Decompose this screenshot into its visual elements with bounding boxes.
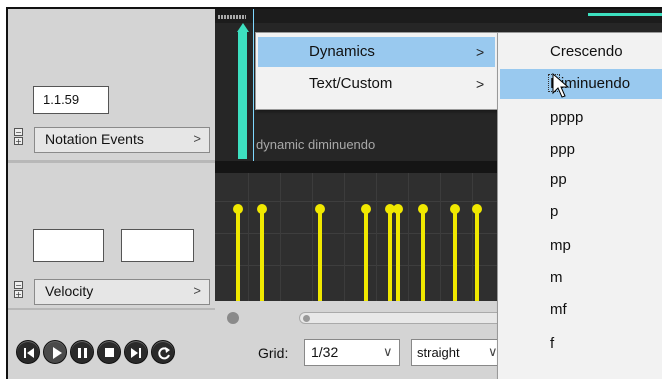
submenu-item-m[interactable]: m (500, 261, 662, 291)
submenu-item-label: ppp (550, 141, 576, 158)
submenu-item-label: p (550, 203, 559, 220)
submenu-item-ppp[interactable]: ppp (500, 133, 662, 163)
grid-value: 1/32 (311, 344, 339, 360)
expand-icon[interactable]: + (14, 137, 23, 146)
chevron-right-icon: > (476, 76, 485, 92)
divider (8, 308, 215, 310)
left-panel (8, 9, 215, 379)
mouse-cursor-icon (552, 73, 570, 98)
velocity-stem[interactable] (260, 209, 264, 301)
velocity-handle[interactable] (393, 204, 403, 214)
scroll-thumb[interactable] (299, 312, 519, 324)
collapse-icon[interactable]: − (14, 128, 23, 137)
submenu-item-diminuendo[interactable]: Diminuendo (500, 69, 662, 99)
play-icon[interactable] (43, 340, 67, 364)
velocity-stem[interactable] (421, 209, 425, 301)
chevron-right-icon: > (193, 131, 201, 146)
velocity-handle[interactable] (418, 204, 428, 214)
submenu-item-mf[interactable]: mf (500, 293, 662, 323)
divider (8, 160, 215, 163)
value-box-2[interactable] (121, 229, 194, 262)
submenu-item-label: Crescendo (550, 43, 623, 60)
submenu-item-label: pp (550, 171, 567, 188)
submenu-item-p[interactable]: p (500, 197, 662, 227)
chevron-down-icon: ∨ (383, 344, 393, 359)
velocity-stem[interactable] (236, 209, 240, 301)
velocity-handle[interactable] (450, 204, 460, 214)
velocity-handle[interactable] (257, 204, 267, 214)
notation-event-text[interactable]: dynamic diminuendo (256, 137, 375, 152)
resize-handle[interactable] (218, 15, 246, 19)
chevron-right-icon: > (476, 44, 485, 60)
menu-item-label: Text/Custom (309, 75, 393, 92)
position-field[interactable]: 1.1.59 (33, 86, 109, 114)
grid-type-select[interactable]: straight ∨ (411, 339, 511, 366)
top-teal-bar (588, 13, 662, 16)
velocity-stem[interactable] (318, 209, 322, 301)
notation-lane-header (215, 9, 662, 23)
repeat-icon[interactable] (151, 340, 175, 364)
stop-icon[interactable] (97, 340, 121, 364)
playhead[interactable] (238, 31, 247, 159)
submenu-item-label: mp (550, 237, 571, 254)
grid-select[interactable]: 1/32 ∨ (304, 339, 400, 366)
velocity-stem[interactable] (364, 209, 368, 301)
submenu-item-label: m (550, 269, 563, 286)
velocity-handle[interactable] (233, 204, 243, 214)
expand-icon[interactable]: + (14, 290, 23, 299)
velocity-lane-label: Velocity (45, 283, 94, 299)
grid-label: Grid: (258, 345, 289, 361)
submenu-item-crescendo[interactable]: Crescendo (500, 37, 662, 67)
skip-forward-icon[interactable] (124, 340, 148, 364)
menu-item-dynamics[interactable]: Dynamics > (258, 37, 495, 67)
submenu-item-label: mf (550, 301, 567, 318)
velocity-lane-selector[interactable]: Velocity > (34, 279, 210, 305)
velocity-stem[interactable] (396, 209, 400, 301)
menu-item-text-custom[interactable]: Text/Custom > (258, 69, 495, 99)
midi-editor-window: 1.1.59 − + Notation Events > − + Velocit… (6, 7, 662, 379)
chevron-right-icon: > (193, 283, 201, 298)
velocity-handle[interactable] (472, 204, 482, 214)
playhead-arrow (237, 23, 249, 32)
velocity-handle[interactable] (361, 204, 371, 214)
velocity-stem[interactable] (453, 209, 457, 301)
skip-back-icon[interactable] (16, 340, 40, 364)
pause-icon[interactable] (70, 340, 94, 364)
grid-type-value: straight (417, 345, 460, 360)
submenu-item-label: f (550, 335, 555, 352)
submenu-item-pppp[interactable]: pppp (500, 101, 662, 131)
submenu-item-label: pppp (550, 109, 584, 126)
dynamics-submenu: Crescendo Diminuendo pppp ppp pp p mp m … (497, 32, 662, 379)
scroll-left-icon[interactable] (227, 312, 239, 324)
menu-item-label: Dynamics (309, 43, 375, 60)
collapse-icon[interactable]: − (14, 281, 23, 290)
velocity-handle[interactable] (315, 204, 325, 214)
submenu-item-f[interactable]: f (500, 325, 662, 355)
value-box-1[interactable] (33, 229, 104, 262)
context-menu: Dynamics > Text/Custom > (255, 32, 498, 110)
notation-lane-selector[interactable]: Notation Events > (34, 127, 210, 153)
velocity-stem[interactable] (388, 209, 392, 301)
velocity-stem[interactable] (475, 209, 479, 301)
submenu-item-pp[interactable]: pp (500, 165, 662, 195)
submenu-item-mp[interactable]: mp (500, 229, 662, 259)
notation-lane-label: Notation Events (45, 131, 144, 147)
